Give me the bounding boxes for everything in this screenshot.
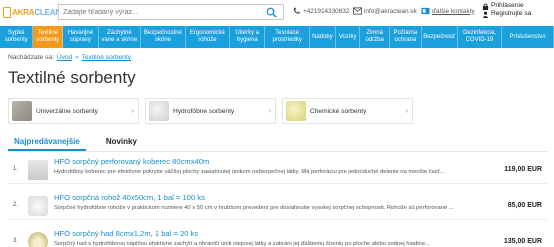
product-tabs: Najpredávanejšie Novinky	[8, 137, 143, 151]
category-thumbnail	[12, 101, 32, 121]
product-row[interactable]: 2. HFO sorpčná rohož 40x50cm, 1 bal = 10…	[8, 190, 548, 220]
lock-icon	[482, 3, 489, 10]
email-contact[interactable]: info@akraclean.sk	[353, 7, 417, 15]
search-box	[58, 4, 284, 20]
subcategory-label: Univerzálne sorbenty	[36, 107, 98, 115]
product-price: 119,00 EUR	[504, 166, 542, 173]
nav-item[interactable]: Zimná údržba	[360, 26, 391, 48]
chevron-right-icon: ›	[131, 107, 134, 115]
tab-bestsellers[interactable]: Najpredávanejšie	[8, 137, 86, 151]
breadcrumb: Nachádzate sa: Úvod » Textilné sorbenty	[8, 54, 131, 61]
breadcrumb-prefix: Nachádzate sa:	[8, 54, 54, 61]
nav-item[interactable]: Utierky a hygiena	[230, 26, 266, 48]
nav-item[interactable]: Príslušenstvo	[502, 26, 554, 48]
page-title: Textilné sorbenty	[8, 68, 136, 87]
main-navigation: Sypké sorbenty Textilné sorbenty Havarijné…	[0, 26, 554, 48]
subcategory-label: Chemické sorbenty	[310, 107, 367, 115]
nav-item[interactable]: Požiarna ochrana	[390, 26, 422, 48]
subcategory-label: Hydrofóbne sorbenty	[173, 107, 235, 115]
phone-number: +421914330832	[303, 7, 350, 15]
nav-item[interactable]: Nádoby	[310, 26, 336, 48]
tabs-divider	[8, 151, 548, 152]
product-description: Sorpčný had s hydrofóbnou náplňou efektí…	[54, 241, 430, 247]
category-thumbnail	[286, 101, 306, 121]
phone-icon	[293, 7, 300, 14]
site-header: AKRA CLEAN +421914330832 info@akraclean.…	[0, 0, 554, 24]
logo-icon	[3, 6, 11, 18]
subcategory-hydrophobic[interactable]: Hydrofóbne sorbenty ›	[145, 98, 276, 124]
email-icon	[353, 7, 362, 15]
register-link[interactable]: Registrujte sa	[482, 10, 531, 18]
tab-new[interactable]: Novinky	[100, 137, 143, 151]
product-row[interactable]: 1. HFO sorpčný perforovaný koberec 80cmx…	[8, 154, 548, 184]
subcategory-universal[interactable]: Univerzálne sorbenty ›	[8, 98, 139, 124]
subcategory-list: Univerzálne sorbenty › Hydrofóbne sorben…	[8, 98, 413, 124]
chevron-right-icon: ›	[405, 107, 408, 115]
email-address: info@akraclean.sk	[364, 7, 417, 15]
product-title-link[interactable]: HFO sorpčný had 8cmx1,2m, 1 bal = 20 ks	[54, 229, 198, 238]
login-label: Prihlásenie	[491, 2, 524, 9]
product-price: 85,00 EUR	[507, 202, 542, 209]
nav-item[interactable]: Bezpečnostné skrine	[141, 26, 186, 48]
product-description: Hydrofóbny koberec pre efektívne pokryti…	[54, 169, 445, 175]
nav-item[interactable]: Záchytné vane a skrine	[99, 26, 142, 48]
product-rank: 2.	[13, 202, 19, 208]
nav-item[interactable]: Vozíky	[336, 26, 361, 48]
logo-text-clean: CLEAN	[34, 7, 61, 17]
nav-item[interactable]: Sypké sorbenty	[0, 26, 34, 48]
login-link[interactable]: Prihlásenie	[482, 2, 531, 10]
breadcrumb-separator: »	[75, 54, 79, 61]
product-description: Sorpčné hydrofóbne rohože v praktickom r…	[54, 205, 454, 211]
product-rank: 3.	[13, 238, 19, 244]
more-contacts-link[interactable]: ďalšie kontakty	[421, 7, 475, 15]
account-links: Prihlásenie Registrujte sa	[482, 2, 531, 18]
contacts-icon	[421, 7, 430, 15]
product-image[interactable]	[28, 196, 48, 216]
logo-text-akra: AKRA	[12, 7, 35, 17]
search-icon[interactable]	[266, 7, 277, 18]
product-rank: 1.	[13, 166, 19, 172]
user-icon	[482, 11, 489, 18]
breadcrumb-home-link[interactable]: Úvod	[57, 54, 72, 61]
subcategory-chemical[interactable]: Chemické sorbenty ›	[282, 98, 413, 124]
search-input[interactable]	[63, 5, 253, 19]
register-label: Registrujte sa	[491, 10, 532, 17]
product-price: 135,00 EUR	[503, 238, 542, 245]
breadcrumb-current-link[interactable]: Textilné sorbenty	[82, 54, 131, 61]
more-contacts-label: ďalšie kontakty	[432, 7, 475, 15]
product-title-link[interactable]: HFO sorpčný perforovaný koberec 80cmx40m	[54, 157, 209, 166]
nav-item[interactable]: Tesniace prostriedky	[265, 26, 310, 48]
nav-item[interactable]: Bezpečnosť	[422, 26, 458, 48]
nav-item[interactable]: Ergonomické rohože	[186, 26, 231, 48]
nav-item[interactable]: Textilné sorbenty	[33, 26, 64, 48]
nav-item[interactable]: Dezinfekcia, COVID-19	[458, 26, 503, 48]
chevron-right-icon: ›	[268, 107, 271, 115]
product-row[interactable]: 3. HFO sorpčný had 8cmx1,2m, 1 bal = 20 …	[8, 226, 548, 247]
logo[interactable]: AKRA CLEAN	[3, 5, 61, 19]
nav-item[interactable]: Havarijné súpravy	[63, 26, 99, 48]
product-image[interactable]	[28, 160, 48, 180]
product-image[interactable]	[28, 232, 48, 247]
phone-contact[interactable]: +421914330832	[292, 7, 349, 15]
category-thumbnail	[149, 101, 169, 121]
product-title-link[interactable]: HFO sorpčná rohož 40x50cm, 1 bal = 100 k…	[54, 193, 205, 202]
